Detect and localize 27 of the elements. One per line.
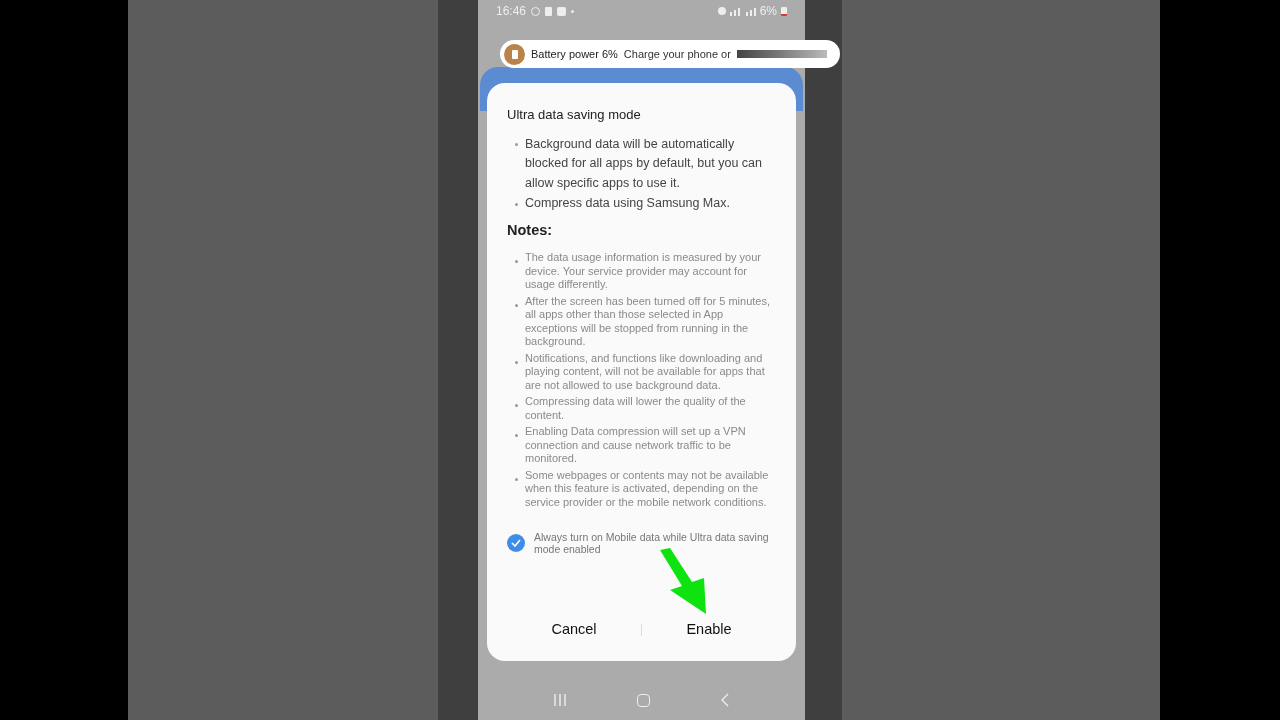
bullet-text: Some webpages or contents may not be available when this feature is activated, depending on the service provider or the mobile network conditions. [525, 468, 770, 510]
checkbox-label: Always turn on Mobile data while Ultra data saving mode enabled [534, 531, 770, 556]
battery-alert-icon [504, 43, 525, 65]
recent-apps-icon[interactable] [553, 694, 567, 706]
bullet-text: Compress data using Samsung Max. [525, 195, 730, 212]
home-icon[interactable] [637, 693, 650, 707]
dialog-button[interactable]: Cancel [507, 615, 641, 645]
notes-heading: Notes: [507, 220, 554, 240]
battery-icon [781, 6, 787, 16]
notification-text: Charge your phone or [623, 46, 731, 62]
bullet-text: The data usage information is measured by your device. Your service provider may account for usage differently. [525, 251, 763, 292]
signal-icon [729, 6, 756, 16]
bullet-text: Enabling Data compression will set up a VPN connection and cause network traffic to be monitored. [525, 425, 747, 466]
bullet-text: Background data will be automatically blocked for all apps by default, but you can allow specific apps to use it. [525, 135, 763, 192]
dialog-title: Ultra data saving mode [507, 106, 642, 124]
dialog-button[interactable]: Enable [642, 615, 776, 645]
battery-percent: 6% [759, 3, 777, 20]
bullet-text: Notifications, and functions like downloading and playing content, will not be available for apps that are not allowed to use background data. [525, 351, 766, 393]
notification-title: Battery power 6% [531, 46, 618, 62]
checkmark-icon [511, 539, 521, 548]
back-icon[interactable] [720, 693, 730, 707]
bullet-text: After the screen has been turned off for 5 minutes, all apps other than those selected in App exceptions will be stopped from running in the background. [525, 294, 771, 349]
checkbox[interactable] [507, 534, 525, 553]
status-time: 16:46 [496, 3, 527, 20]
bullet-text: Compressing data will lower the quality of the content. [525, 395, 747, 423]
alarm-icon [717, 7, 726, 15]
notification-pill[interactable]: Battery power 6% Charge your phone or [500, 40, 840, 68]
